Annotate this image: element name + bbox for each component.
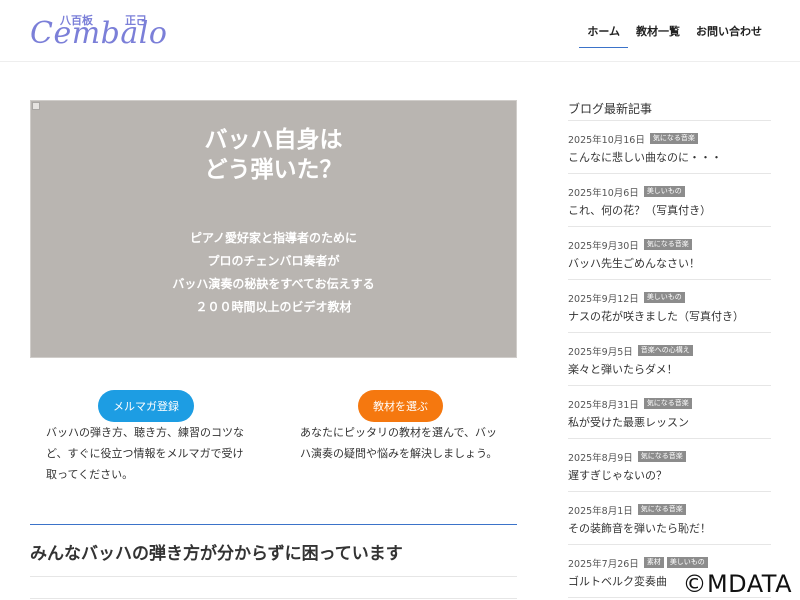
hero-line-4: ２００時間以上のビデオ教材 xyxy=(195,300,352,314)
post-title-link[interactable]: その装飾音を弾いたら恥だ！ xyxy=(568,520,771,536)
blog-post-item[interactable]: 2025年9月30日 気になる音楽 バッハ先生ごめんなさい！ xyxy=(568,227,771,280)
post-meta: 2025年10月6日 美しいもの xyxy=(568,184,771,199)
post-title-link[interactable]: こんなに悲しい曲なのに・・・ xyxy=(568,149,771,165)
post-category-badge[interactable]: 美しいもの xyxy=(643,292,685,303)
post-title-link[interactable]: 楽々と弾いたらダメ！ xyxy=(568,361,771,377)
post-date: 2025年9月5日 xyxy=(568,346,633,358)
post-category-badge[interactable]: 気になる音楽 xyxy=(637,504,686,515)
post-category-badge[interactable]: 気になる音楽 xyxy=(637,451,686,462)
post-meta: 2025年8月31日 気になる音楽 xyxy=(568,396,771,411)
sidebar: ブログ最新記事 2025年10月16日 気になる音楽 こんなに悲しい曲なのに・・… xyxy=(568,96,771,598)
section-title: みんなバッハの弾き方が分からずに困っています xyxy=(30,544,403,564)
broken-image-icon xyxy=(32,102,40,110)
post-category-badge[interactable]: 美しいもの xyxy=(666,557,708,568)
section-sub-divider xyxy=(30,576,517,577)
blog-post-item[interactable]: 2025年10月6日 美しいもの これ、何の花？（写真付き） xyxy=(568,174,771,227)
logo-script: Cembalo xyxy=(30,16,168,51)
post-category-badge[interactable]: 素材 xyxy=(643,557,664,568)
post-meta: 2025年9月5日 音楽への心構え xyxy=(568,343,771,358)
post-date: 2025年8月9日 xyxy=(568,452,633,464)
choose-material-description: あなたにピッタリの教材を選んで、バッハ演奏の疑問や悩みを解決しましょう。 xyxy=(300,426,498,460)
post-meta: 2025年10月16日 気になる音楽 xyxy=(568,131,771,146)
post-meta: 2025年8月9日 気になる音楽 xyxy=(568,449,771,464)
sidebar-title: ブログ最新記事 xyxy=(568,96,771,121)
blog-post-item[interactable]: 2025年8月1日 気になる音楽 その装飾音を弾いたら恥だ！ xyxy=(568,492,771,545)
hero-title-line-1: バッハ自身は xyxy=(204,127,343,153)
post-date: 2025年7月26日 xyxy=(568,558,639,570)
section-divider xyxy=(30,524,517,525)
post-date: 2025年8月1日 xyxy=(568,505,633,517)
post-category-badge[interactable]: 気になる音楽 xyxy=(643,398,692,409)
post-meta: 2025年7月26日 素材 美しいもの xyxy=(568,555,771,570)
post-title-link[interactable]: ナスの花が咲きました（写真付き） xyxy=(568,308,771,324)
nav-item-materials[interactable]: 教材一覧 xyxy=(628,0,688,62)
nav-item-contact[interactable]: お問い合わせ xyxy=(688,0,770,62)
blog-post-item[interactable]: 2025年9月12日 美しいもの ナスの花が咲きました（写真付き） xyxy=(568,280,771,333)
copyright-watermark: ©MDATA xyxy=(682,570,792,598)
post-title-link[interactable]: バッハ先生ごめんなさい！ xyxy=(568,255,771,271)
nav-item-home[interactable]: ホーム xyxy=(579,0,628,62)
site-header: 八百板 正己 Cembalo ホーム 教材一覧 お問い合わせ xyxy=(0,0,800,62)
hero-description: ピアノ愛好家と指導者のために プロのチェンバロ奏者が バッハ演奏の秘訣をすべてお… xyxy=(31,227,516,319)
post-date: 2025年9月12日 xyxy=(568,293,639,305)
post-category-badge[interactable]: 気になる音楽 xyxy=(643,239,692,250)
site-logo[interactable]: 八百板 正己 Cembalo xyxy=(30,10,167,52)
main-nav: ホーム 教材一覧 お問い合わせ xyxy=(579,0,770,62)
post-title-link[interactable]: 私が受けた最悪レッスン xyxy=(568,414,771,430)
post-category-badge[interactable]: 音楽への心構え xyxy=(637,345,693,356)
newsletter-description: バッハの弾き方、聴き方、練習のコツなど、すぐに役立つ情報をメルマガで受け取ってく… xyxy=(46,426,244,481)
post-meta: 2025年9月12日 美しいもの xyxy=(568,290,771,305)
post-date: 2025年10月16日 xyxy=(568,134,645,146)
hero-line-3: バッハ演奏の秘訣をすべてお伝えする xyxy=(172,277,375,291)
section-sub-divider xyxy=(30,598,517,599)
post-category-badge[interactable]: 気になる音楽 xyxy=(649,133,698,144)
hero-line-1: ピアノ愛好家と指導者のために xyxy=(190,231,357,245)
post-date: 2025年10月6日 xyxy=(568,187,639,199)
blog-post-item[interactable]: 2025年9月5日 音楽への心構え 楽々と弾いたらダメ！ xyxy=(568,333,771,386)
post-meta: 2025年8月1日 気になる音楽 xyxy=(568,502,771,517)
blog-post-item[interactable]: 2025年8月9日 気になる音楽 遅すぎじゃないの？ xyxy=(568,439,771,492)
choose-material-button[interactable]: 教材を選ぶ xyxy=(358,390,443,422)
post-title-link[interactable]: 遅すぎじゃないの？ xyxy=(568,467,771,483)
blog-post-item[interactable]: 2025年10月16日 気になる音楽 こんなに悲しい曲なのに・・・ xyxy=(568,121,771,174)
post-title-link[interactable]: これ、何の花？（写真付き） xyxy=(568,202,771,218)
post-date: 2025年9月30日 xyxy=(568,240,639,252)
newsletter-button[interactable]: メルマガ登録 xyxy=(98,390,194,422)
post-category-badge[interactable]: 美しいもの xyxy=(643,186,685,197)
hero-title: バッハ自身は どう弾いた？ xyxy=(31,125,516,185)
post-date: 2025年8月31日 xyxy=(568,399,639,411)
hero-banner: バッハ自身は どう弾いた？ ピアノ愛好家と指導者のために プロのチェンバロ奏者が… xyxy=(30,100,517,358)
post-meta: 2025年9月30日 気になる音楽 xyxy=(568,237,771,252)
blog-post-item[interactable]: 2025年8月31日 気になる音楽 私が受けた最悪レッスン xyxy=(568,386,771,439)
hero-title-line-2: どう弾いた？ xyxy=(204,157,343,183)
hero-line-2: プロのチェンバロ奏者が xyxy=(207,254,340,268)
